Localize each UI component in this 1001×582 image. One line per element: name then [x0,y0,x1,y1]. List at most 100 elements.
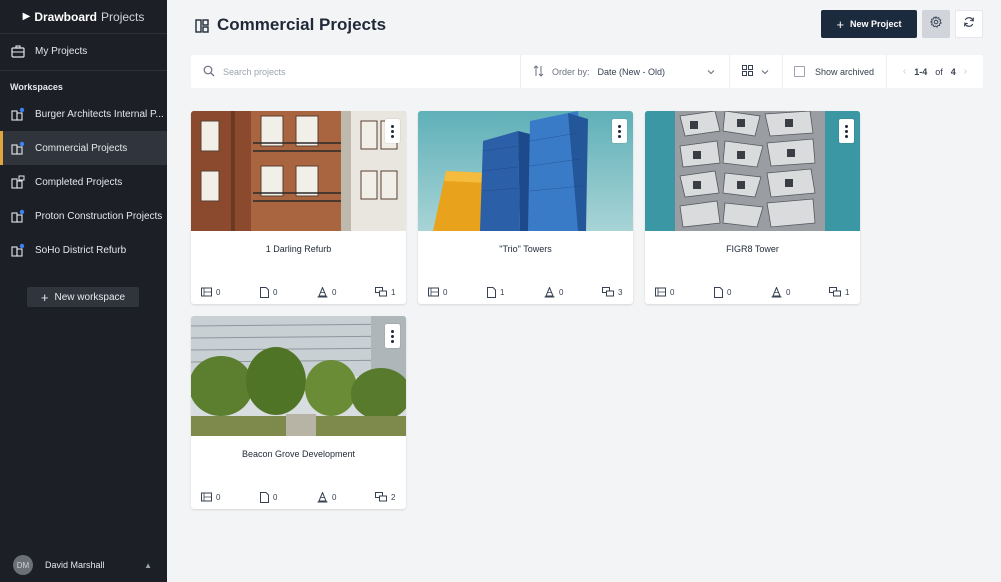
members-count: 1 [845,287,850,297]
briefcase-icon [11,44,25,58]
workspace-icon [195,18,209,33]
traffic-cone-icon [771,287,782,298]
brand-product: Projects [101,9,145,24]
project-card[interactable]: FIGR8 Tower 0 0 0 1 [645,111,860,304]
page-title-text: Commercial Projects [217,15,387,34]
search-box [191,55,521,88]
drawings-icon [201,492,212,502]
search-icon [203,65,215,79]
documents-stat: 0 [260,492,277,503]
order-by-value: Date (New - Old) [597,66,666,77]
pagination-total: 4 [950,66,956,77]
project-title: Beacon Grove Development [241,449,356,459]
drawings-stat: 0 [655,287,674,297]
sidebar-item-burger-architects[interactable]: Burger Architects Internal P... [0,97,167,131]
project-thumbnail [418,111,633,231]
search-input[interactable] [223,66,483,77]
members-icon [602,287,614,297]
members-count: 2 [391,492,396,502]
new-project-button[interactable]: + New Project [821,10,917,38]
sidebar-item-completed-projects[interactable]: Completed Projects [0,165,167,199]
drawboard-logo-icon: ▶ [22,11,31,22]
sidebar-item-my-projects[interactable]: My Projects [0,34,167,68]
members-icon [375,492,387,502]
members-stat: 2 [375,492,395,502]
previous-page-button[interactable]: ‹ [903,66,906,77]
project-menu-button[interactable] [385,324,400,348]
document-icon [260,492,269,503]
drawings-count: 0 [216,287,221,297]
workspace-icon [11,175,25,189]
workspace-icon [11,243,25,257]
sidebar-item-commercial-projects[interactable]: Commercial Projects [0,131,167,165]
new-workspace-button[interactable]: + New workspace [27,287,139,307]
documents-count: 0 [727,288,732,297]
members-stat: 3 [602,287,622,297]
documents-count: 1 [500,288,505,297]
sidebar-item-soho-district[interactable]: SoHo District Refurb [0,233,167,267]
drawings-stat: 0 [201,287,220,297]
project-card[interactable]: "Trio" Towers 0 1 0 3 [418,111,633,304]
plus-icon: + [40,289,49,305]
project-menu-button[interactable] [385,119,400,143]
issues-count: 0 [332,493,337,502]
refresh-icon [963,15,975,33]
documents-stat: 0 [260,287,277,298]
drawings-count: 0 [670,287,675,297]
show-archived-checkbox[interactable] [794,66,805,77]
documents-stat: 0 [714,287,731,298]
next-page-button[interactable]: › [964,66,967,77]
sort-icon [533,64,544,79]
workspace-icon [11,107,25,121]
issues-stat: 0 [317,287,336,298]
members-stat: 1 [829,287,849,297]
order-by-select[interactable]: Order by: Date (New - Old) [521,55,730,88]
project-card[interactable]: Beacon Grove Development 0 0 0 2 [191,316,406,509]
members-count: 1 [391,287,396,297]
chevron-down-icon [761,67,769,77]
issues-count: 0 [332,288,337,297]
show-archived-label: Show archived [815,66,875,77]
project-thumbnail [191,111,406,231]
show-archived-toggle[interactable]: Show archived [783,55,887,88]
workspaces-heading: Workspaces [10,81,63,92]
drawings-stat: 0 [201,492,220,502]
traffic-cone-icon [317,492,328,503]
project-title: 1 Darling Refurb [265,244,332,254]
gear-icon [930,15,942,33]
plus-icon: + [836,16,845,32]
document-icon [714,287,723,298]
members-stat: 1 [375,287,395,297]
project-menu-button[interactable] [839,119,854,143]
view-mode-select[interactable] [730,55,783,88]
drawings-icon [655,287,666,297]
project-card[interactable]: 1 Darling Refurb 0 0 0 1 [191,111,406,304]
drawings-icon [428,287,439,297]
drawings-count: 0 [443,287,448,297]
chevron-up-icon: ▲ [144,560,152,570]
sidebar-item-proton-construction[interactable]: Proton Construction Projects [0,199,167,233]
new-project-label: New Project [850,19,902,29]
refresh-button[interactable] [955,10,983,38]
issues-count: 0 [559,288,564,297]
sidebar-item-label: Commercial Projects [35,142,128,154]
grid-view-icon [742,65,753,78]
project-thumbnail [645,111,860,231]
traffic-cone-icon [544,287,555,298]
document-icon [487,287,496,298]
user-name: David Marshall [45,560,105,570]
documents-stat: 1 [487,287,504,298]
issues-count: 0 [786,288,791,297]
members-icon [829,287,841,297]
page-title: Commercial Projects [195,15,386,35]
workspace-settings-button[interactable] [922,10,950,38]
user-menu[interactable]: DM David Marshall ▲ [0,548,167,582]
brand-logo[interactable]: ▶ Drawboard Projects [0,0,167,34]
members-icon [375,287,387,297]
project-menu-button[interactable] [612,119,627,143]
drawings-count: 0 [216,492,221,502]
document-icon [260,287,269,298]
pagination-range: 1-4 [914,66,928,77]
project-thumbnail [191,316,406,436]
sidebar-item-label: Completed Projects [35,176,123,188]
